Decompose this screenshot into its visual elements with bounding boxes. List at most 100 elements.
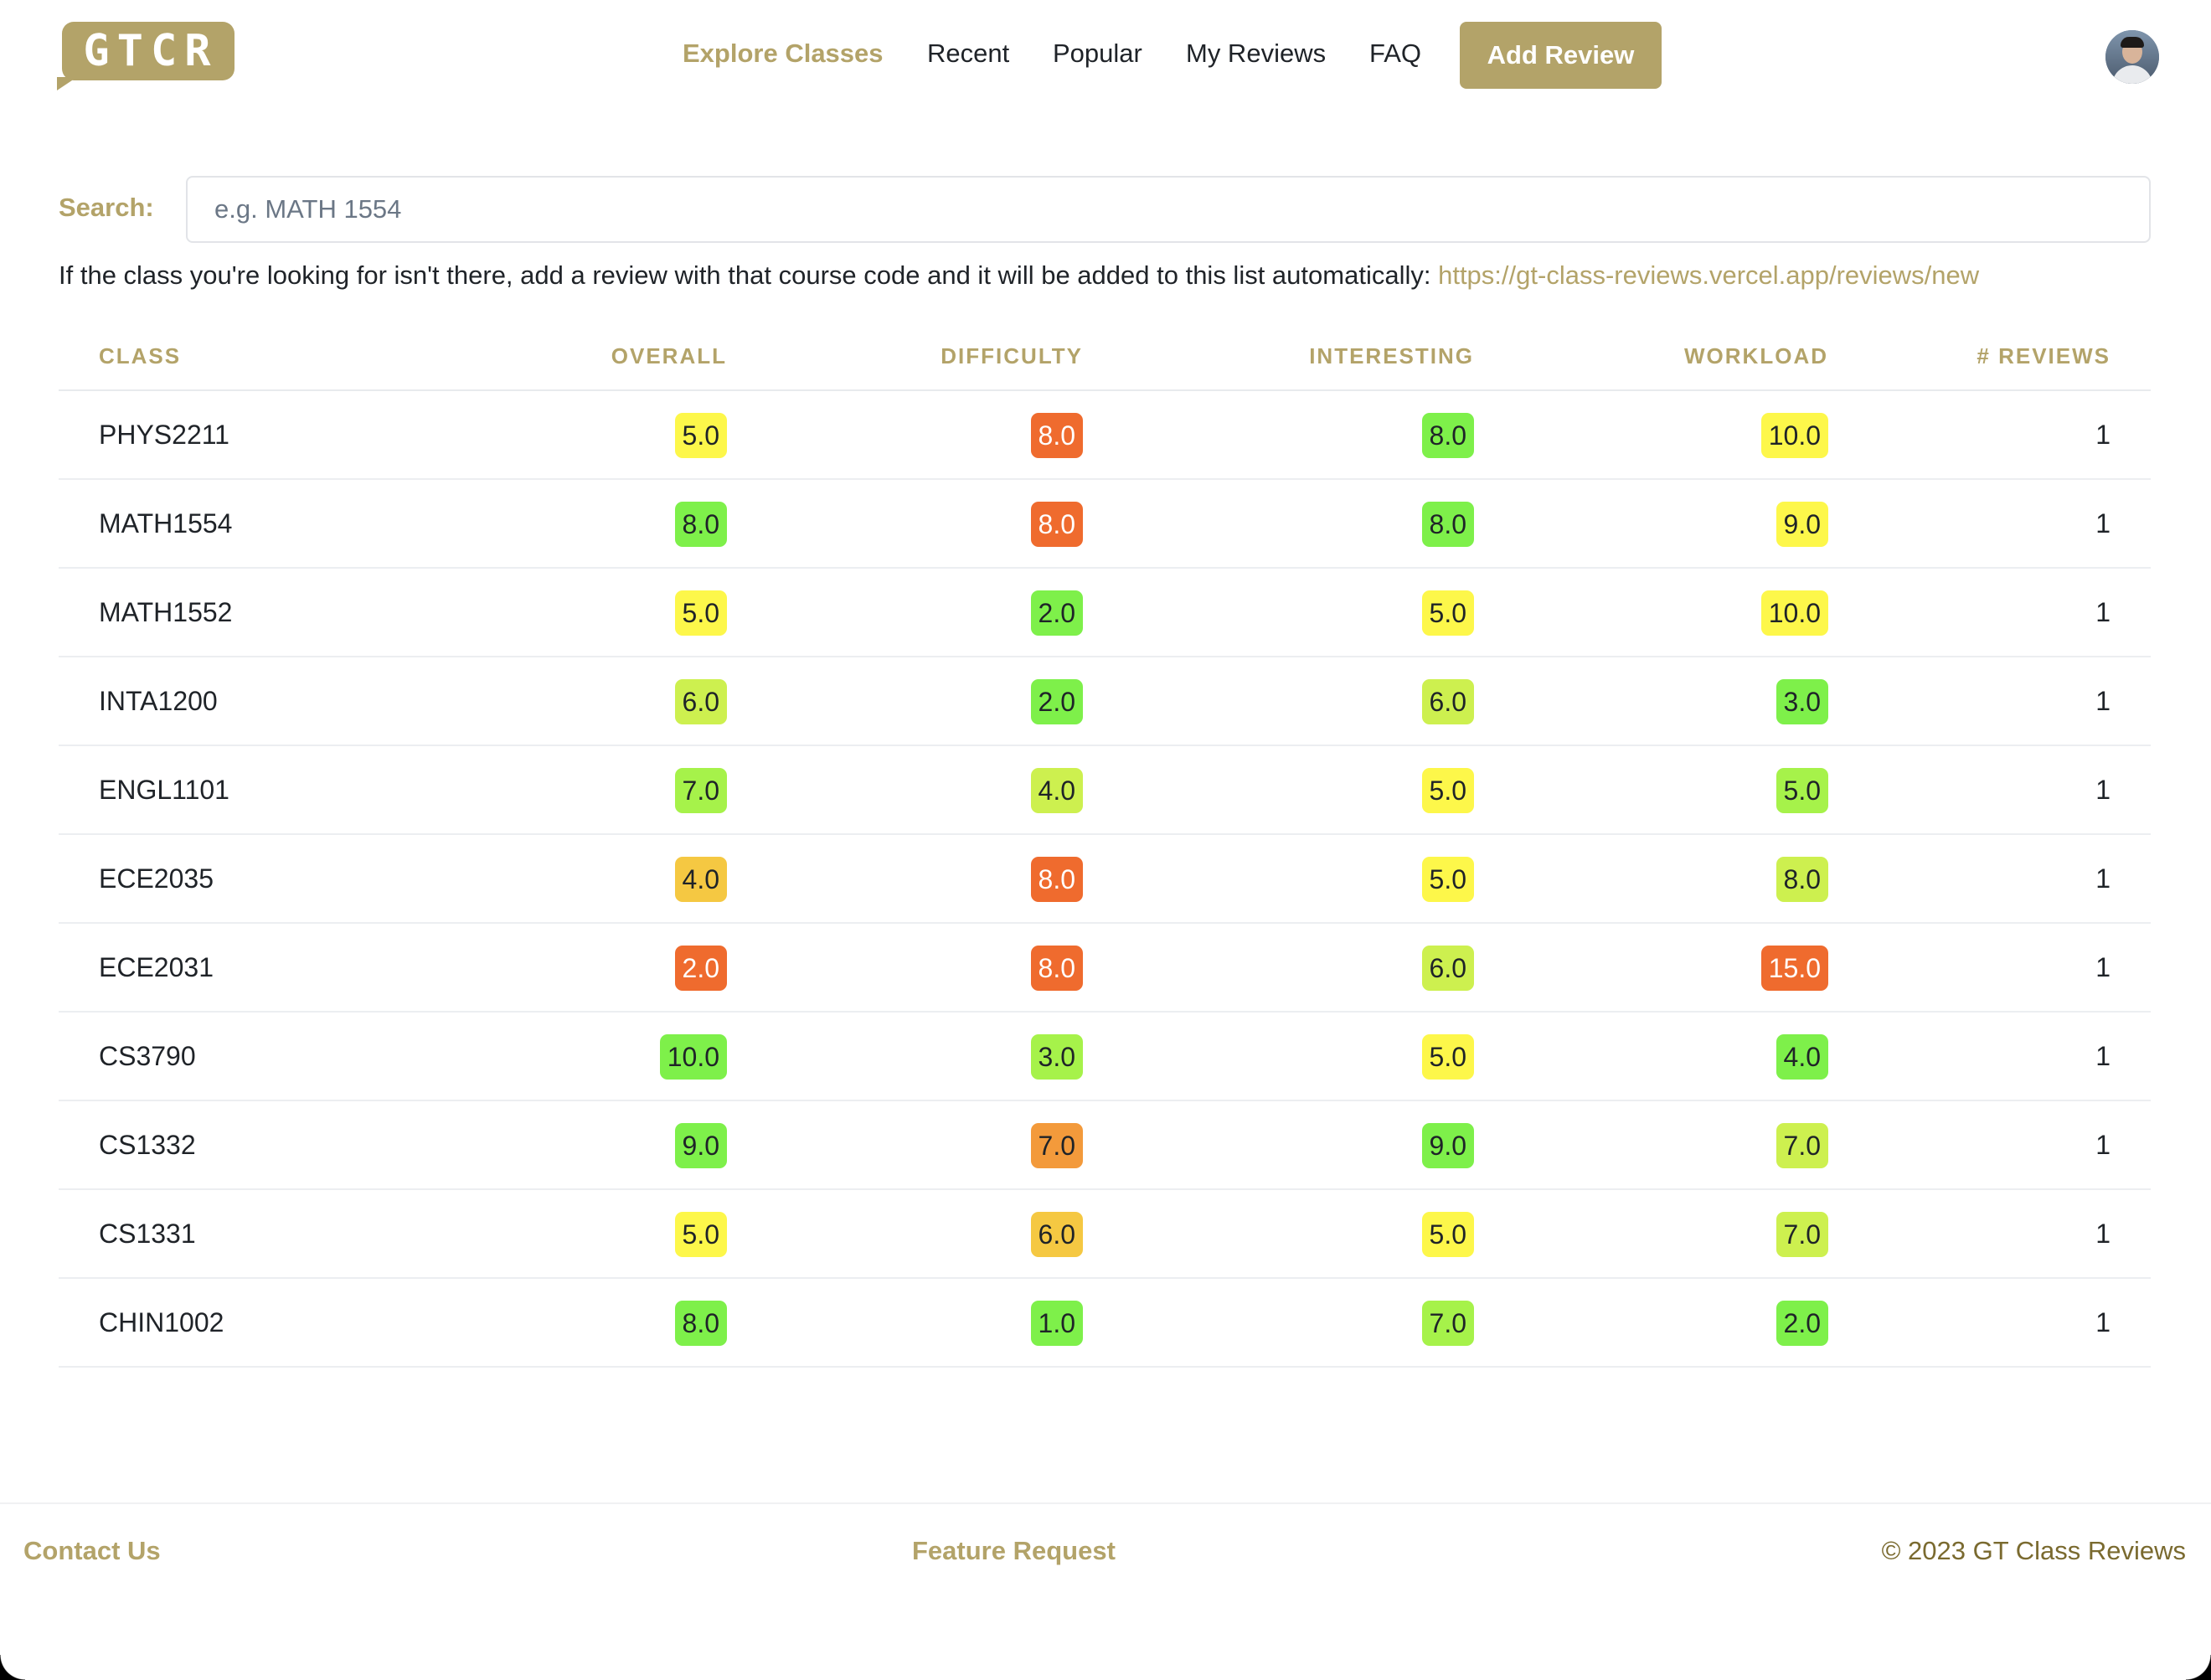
new-review-link[interactable]: https://gt-class-reviews.vercel.app/revi…	[1438, 260, 1979, 290]
table-row[interactable]: CS1332 9.0 7.0 9.0 7.0 1	[59, 1101, 2151, 1190]
workload-score-badge: 10.0	[1760, 590, 1828, 636]
table-row[interactable]: INTA1200 6.0 2.0 6.0 3.0 1	[59, 657, 2151, 746]
overall-score-badge: 4.0	[674, 857, 727, 902]
class-code[interactable]: ECE2035	[99, 835, 214, 922]
table-body: PHYS2211 5.0 8.0 8.0 10.0 1 MATH1554 8.0 8.0 8.0 9…	[59, 391, 2151, 1368]
difficulty-score-badge: 2.0	[1030, 590, 1083, 636]
interesting-score-badge: 5.0	[1421, 590, 1474, 636]
review-count: 1	[2095, 1130, 2110, 1160]
table-row[interactable]: CHIN1002 8.0 1.0 7.0 2.0 1	[59, 1279, 2151, 1368]
interesting-score-badge: 8.0	[1421, 413, 1474, 458]
table-row[interactable]: ECE2035 4.0 8.0 5.0 8.0 1	[59, 835, 2151, 924]
workload-score-badge: 4.0	[1776, 1034, 1828, 1080]
overall-score-badge: 2.0	[674, 946, 727, 991]
gtcr-logo[interactable]: GTCR	[57, 22, 234, 90]
nav-recent[interactable]: Recent	[927, 39, 1009, 69]
add-class-hint: If the class you're looking for isn't th…	[59, 260, 1979, 291]
class-code[interactable]: CS1332	[99, 1101, 196, 1188]
review-count: 1	[2095, 952, 2110, 982]
difficulty-score-badge: 8.0	[1030, 502, 1083, 547]
interesting-score-badge: 6.0	[1421, 946, 1474, 991]
hint-text: If the class you're looking for isn't th…	[59, 260, 1431, 290]
search-input[interactable]	[186, 176, 2151, 243]
nav-my-reviews[interactable]: My Reviews	[1186, 39, 1326, 69]
user-avatar[interactable]	[2105, 30, 2159, 84]
workload-score-badge: 9.0	[1776, 502, 1828, 547]
overall-score-badge: 5.0	[674, 1212, 727, 1257]
overall-score-badge: 8.0	[674, 1301, 727, 1346]
interesting-score-badge: 5.0	[1421, 857, 1474, 902]
workload-score-badge: 3.0	[1776, 679, 1828, 724]
class-code[interactable]: PHYS2211	[99, 391, 229, 478]
overall-score-badge: 9.0	[674, 1123, 727, 1168]
difficulty-score-badge: 8.0	[1030, 946, 1083, 991]
classes-table: CLASS OVERALL DIFFICULTY INTERESTING WOR…	[59, 328, 2151, 1368]
difficulty-score-badge: 7.0	[1030, 1123, 1083, 1168]
workload-score-badge: 7.0	[1776, 1212, 1828, 1257]
workload-score-badge: 7.0	[1776, 1123, 1828, 1168]
table-row[interactable]: MATH1554 8.0 8.0 8.0 9.0 1	[59, 480, 2151, 569]
workload-score-badge: 8.0	[1776, 857, 1828, 902]
review-count: 1	[2095, 420, 2110, 450]
column-header-reviews[interactable]: # REVIEWS	[1976, 343, 2110, 369]
interesting-score-badge: 7.0	[1421, 1301, 1474, 1346]
window-corner	[2186, 1655, 2211, 1680]
review-count: 1	[2095, 686, 2110, 716]
review-count: 1	[2095, 508, 2110, 539]
difficulty-score-badge: 8.0	[1030, 413, 1083, 458]
footer-divider	[0, 1502, 2211, 1504]
table-row[interactable]: ECE2031 2.0 8.0 6.0 15.0 1	[59, 924, 2151, 1013]
table-row[interactable]: PHYS2211 5.0 8.0 8.0 10.0 1	[59, 391, 2151, 480]
logo-text: GTCR	[83, 26, 219, 76]
workload-score-badge: 2.0	[1776, 1301, 1828, 1346]
interesting-score-badge: 9.0	[1421, 1123, 1474, 1168]
review-count: 1	[2095, 1307, 2110, 1337]
overall-score-badge: 5.0	[674, 590, 727, 636]
difficulty-score-badge: 3.0	[1030, 1034, 1083, 1080]
class-code[interactable]: CHIN1002	[99, 1279, 224, 1366]
table-row[interactable]: MATH1552 5.0 2.0 5.0 10.0 1	[59, 569, 2151, 657]
feature-request-link[interactable]: Feature Request	[912, 1536, 1116, 1566]
workload-score-badge: 15.0	[1760, 946, 1828, 991]
column-header-overall[interactable]: OVERALL	[611, 343, 727, 369]
column-header-workload[interactable]: WORKLOAD	[1684, 343, 1828, 369]
class-code[interactable]: CS1331	[99, 1190, 196, 1277]
interesting-score-badge: 8.0	[1421, 502, 1474, 547]
class-code[interactable]: MATH1554	[99, 480, 232, 567]
add-review-button[interactable]: Add Review	[1460, 22, 1662, 89]
overall-score-badge: 5.0	[674, 413, 727, 458]
search-label: Search:	[59, 193, 154, 222]
class-code[interactable]: INTA1200	[99, 657, 218, 745]
class-code[interactable]: CS3790	[99, 1013, 196, 1100]
contact-us-link[interactable]: Contact Us	[23, 1536, 161, 1566]
nav-explore-classes[interactable]: Explore Classes	[683, 39, 884, 69]
interesting-score-badge: 5.0	[1421, 768, 1474, 813]
column-header-class[interactable]: CLASS	[99, 343, 181, 369]
overall-score-badge: 10.0	[659, 1034, 727, 1080]
review-count: 1	[2095, 1219, 2110, 1249]
table-row[interactable]: CS1331 5.0 6.0 5.0 7.0 1	[59, 1190, 2151, 1279]
class-code[interactable]: ECE2031	[99, 924, 214, 1011]
interesting-score-badge: 5.0	[1421, 1212, 1474, 1257]
nav-faq[interactable]: FAQ	[1369, 39, 1421, 69]
difficulty-score-badge: 4.0	[1030, 768, 1083, 813]
overall-score-badge: 8.0	[674, 502, 727, 547]
avatar-hair	[2121, 37, 2144, 48]
difficulty-score-badge: 1.0	[1030, 1301, 1083, 1346]
window-corner	[0, 1655, 25, 1680]
review-count: 1	[2095, 863, 2110, 894]
review-count: 1	[2095, 1041, 2110, 1071]
class-code[interactable]: ENGL1101	[99, 746, 229, 833]
top-navbar: GTCR Explore Classes Recent Popular My R…	[0, 0, 2211, 117]
interesting-score-badge: 5.0	[1421, 1034, 1474, 1080]
table-row[interactable]: CS3790 10.0 3.0 5.0 4.0 1	[59, 1013, 2151, 1101]
class-code[interactable]: MATH1552	[99, 569, 232, 656]
column-header-difficulty[interactable]: DIFFICULTY	[941, 343, 1083, 369]
table-row[interactable]: ENGL1101 7.0 4.0 5.0 5.0 1	[59, 746, 2151, 835]
workload-score-badge: 5.0	[1776, 768, 1828, 813]
overall-score-badge: 7.0	[674, 768, 727, 813]
nav-popular[interactable]: Popular	[1053, 39, 1142, 69]
column-header-interesting[interactable]: INTERESTING	[1309, 343, 1474, 369]
copyright-text: © 2023 GT Class Reviews	[1881, 1536, 2186, 1565]
difficulty-score-badge: 2.0	[1030, 679, 1083, 724]
